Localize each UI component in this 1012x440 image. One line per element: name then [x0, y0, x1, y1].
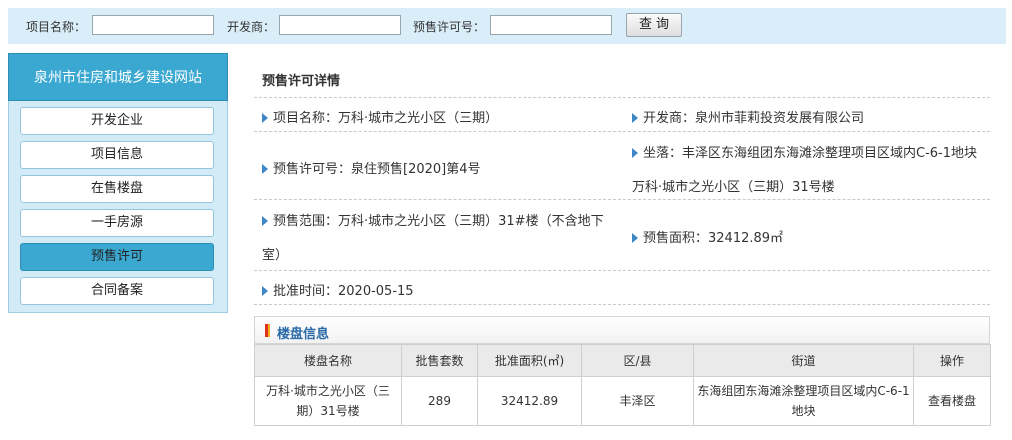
scope-field: 预售范围：万科·城市之光小区（三期）31#楼（不含地下 — [262, 210, 604, 229]
approval-date-value: 批准时间：2020-05-15 — [273, 284, 414, 299]
sidebar-item-projects[interactable]: 项目信息 — [20, 141, 214, 169]
bullet-icon — [262, 286, 268, 296]
divider — [254, 97, 990, 98]
project-name-label: 项目名称： — [26, 20, 87, 34]
project-name-field: 项目名称：万科·城市之光小区（三期） — [262, 107, 498, 126]
building-table: 楼盘名称 批售套数 批准面积(㎡) 区/县 街道 操作 万科·城市之光小区（三 … — [254, 344, 991, 426]
scope-value: 预售范围：万科·城市之光小区（三期）31#楼（不含地下 — [273, 214, 604, 229]
project-name-input[interactable] — [92, 15, 214, 35]
scope-field-line2: 室） — [262, 248, 289, 263]
view-building-link[interactable]: 查看楼盘 — [913, 376, 991, 426]
column-header: 区/县 — [581, 344, 694, 377]
building-info-header: 楼盘信息 — [254, 316, 990, 344]
table-row: 万科·城市之光小区（三 期）31号楼 289 32412.89 丰泽区 东海组团… — [254, 376, 991, 426]
sidebar: 泉州市住房和城乡建设网站 开发企业 项目信息 在售楼盘 一手房源 预售许可 合同… — [8, 53, 228, 313]
sidebar-item-developers[interactable]: 开发企业 — [20, 107, 214, 135]
sidebar-item-presale-permit[interactable]: 预售许可 — [20, 243, 214, 271]
column-header: 批售套数 — [401, 344, 478, 377]
area-cell: 32412.89 — [477, 376, 582, 426]
developer-field: 开发商：泉州市菲莉投资发展有限公司 — [632, 107, 864, 126]
search-button[interactable]: 查询 — [626, 13, 682, 37]
location-field: 坐落：丰泽区东海组团东海滩涂整理项目区域内C-6-1地块 — [632, 142, 977, 161]
permit-no-label: 预售许可号： — [413, 20, 486, 34]
bullet-icon — [262, 216, 268, 226]
district-cell: 丰泽区 — [581, 376, 694, 426]
column-header: 楼盘名称 — [254, 344, 402, 377]
divider — [254, 131, 990, 132]
bullet-icon — [632, 233, 638, 243]
divider — [254, 199, 990, 200]
section-marker-icon — [268, 324, 270, 337]
column-header: 批准面积(㎡) — [477, 344, 582, 377]
divider — [254, 304, 990, 305]
column-header: 操作 — [913, 344, 991, 377]
bullet-icon — [262, 164, 268, 174]
developer-input[interactable] — [279, 15, 401, 35]
table-header-row: 楼盘名称 批售套数 批准面积(㎡) 区/县 街道 操作 — [254, 344, 991, 377]
building-name-cell: 万科·城市之光小区（三 期）31号楼 — [254, 376, 402, 426]
building-name-line1: 万科·城市之光小区（三 — [266, 384, 390, 398]
developer-label: 开发商： — [227, 20, 276, 34]
area-value: 预售面积：32412.89㎡ — [643, 231, 784, 246]
bullet-icon — [632, 148, 638, 158]
sidebar-item-contract-filing[interactable]: 合同备案 — [20, 277, 214, 305]
building-name-line2: 期）31号楼 — [296, 404, 360, 418]
area-field: 预售面积：32412.89㎡ — [632, 227, 783, 246]
bullet-icon — [632, 113, 638, 123]
search-bar: 项目名称： 开发商： 预售许可号： 查询 — [8, 8, 1006, 44]
permit-no-input[interactable] — [490, 15, 612, 35]
street-line2: 地块 — [791, 404, 816, 418]
section-title: 楼盘信息 — [277, 327, 330, 342]
divider — [254, 270, 990, 271]
location-value: 坐落：丰泽区东海组团东海滩涂整理项目区域内C-6-1地块 — [643, 146, 978, 161]
approval-date-field: 批准时间：2020-05-15 — [262, 280, 414, 299]
project-name-value: 项目名称：万科·城市之光小区（三期） — [273, 111, 499, 126]
sidebar-item-on-sale[interactable]: 在售楼盘 — [20, 175, 214, 203]
location-field-line2: 万科·城市之光小区（三期）31号楼 — [632, 180, 835, 195]
developer-value: 开发商：泉州市菲莉投资发展有限公司 — [643, 111, 865, 126]
street-line1: 东海组团东海滩涂整理项目区域内C-6-1 — [697, 384, 910, 398]
street-cell: 东海组团东海滩涂整理项目区域内C-6-1 地块 — [693, 376, 914, 426]
column-header: 街道 — [693, 344, 914, 377]
page-title: 预售许可详情 — [262, 74, 341, 89]
site-title: 泉州市住房和城乡建设网站 — [8, 53, 228, 101]
permit-no-field: 预售许可号：泉住预售[2020]第4号 — [262, 158, 481, 177]
permit-no-value: 预售许可号：泉住预售[2020]第4号 — [273, 162, 481, 177]
sidebar-menu: 开发企业 项目信息 在售楼盘 一手房源 预售许可 合同备案 — [8, 101, 228, 313]
units-cell: 289 — [401, 376, 478, 426]
sidebar-item-new-homes[interactable]: 一手房源 — [20, 209, 214, 237]
bullet-icon — [262, 113, 268, 123]
